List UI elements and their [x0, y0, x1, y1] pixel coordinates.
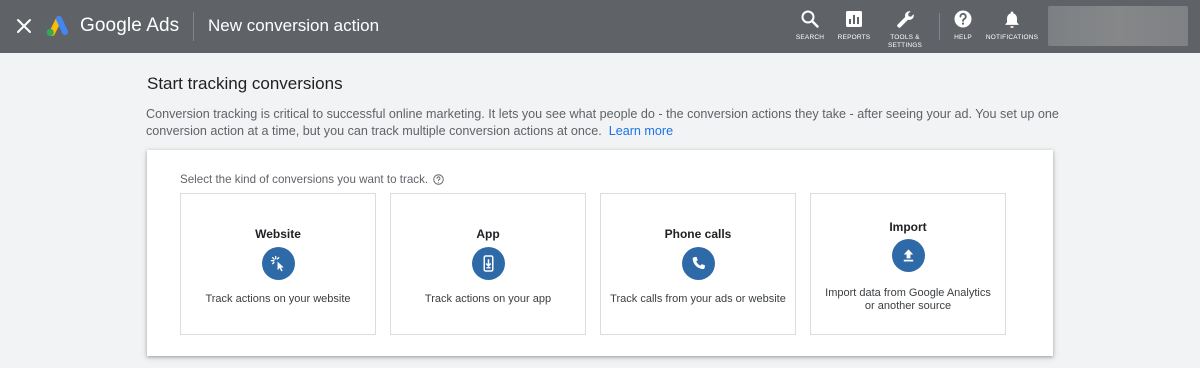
- title-divider: [193, 12, 194, 41]
- option-phone-calls[interactable]: Phone calls Track calls from your ads or…: [600, 193, 796, 335]
- bell-icon: [1005, 11, 1019, 28]
- prompt-text: Select the kind of conversions you want …: [180, 173, 429, 186]
- option-app[interactable]: App Track actions on your app: [390, 193, 586, 335]
- learn-more-link[interactable]: Learn more: [609, 124, 673, 138]
- close-icon[interactable]: [12, 14, 36, 38]
- search-icon: [801, 10, 819, 28]
- tools-settings-label: TOOLS & SETTINGS: [888, 34, 922, 50]
- product-name: Google Ads: [80, 15, 180, 36]
- description-text: Conversion tracking is critical to succe…: [146, 106, 1066, 139]
- search-button[interactable]: SEARCH: [790, 9, 830, 42]
- upload-icon: [892, 239, 925, 272]
- help-label: HELP: [954, 34, 972, 41]
- account-switcher[interactable]: [1048, 6, 1188, 46]
- mobile-download-icon: [472, 247, 505, 280]
- notifications-button[interactable]: NOTIFICATIONS: [984, 9, 1040, 42]
- help-icon: [954, 10, 972, 28]
- option-description: Track calls from your ads or website: [610, 293, 786, 305]
- toolbar-divider: [939, 13, 940, 40]
- reports-label: REPORTS: [837, 34, 871, 41]
- selection-prompt: Select the kind of conversions you want …: [180, 173, 444, 186]
- search-label: SEARCH: [795, 34, 825, 41]
- option-title: Import: [889, 220, 927, 234]
- section-heading: Start tracking conversions: [147, 74, 343, 93]
- help-circle-icon[interactable]: [433, 174, 444, 185]
- option-title: Website: [255, 227, 301, 241]
- tools-label-line2: SETTINGS: [887, 42, 923, 49]
- click-cursor-icon: [262, 247, 295, 280]
- option-description: Track actions on your website: [205, 293, 351, 305]
- option-description: Import data from Google Analytics or ano…: [825, 287, 991, 312]
- option-title: Phone calls: [664, 227, 732, 241]
- option-description: Track actions on your app: [424, 293, 552, 305]
- option-website[interactable]: Website Track actions on your website: [180, 193, 376, 335]
- help-button[interactable]: HELP: [947, 9, 979, 42]
- tools-settings-button[interactable]: TOOLS & SETTINGS: [883, 9, 927, 50]
- notifications-label: NOTIFICATIONS: [985, 34, 1039, 41]
- reports-button[interactable]: REPORTS: [833, 9, 875, 42]
- option-import[interactable]: Import Import data from Google Analytics…: [810, 193, 1006, 335]
- wrench-icon: [897, 11, 914, 28]
- description-body: Conversion tracking is critical to succe…: [146, 107, 1059, 138]
- reports-icon: [846, 11, 862, 27]
- phone-icon: [682, 247, 715, 280]
- tools-label-line1: TOOLS &: [890, 34, 920, 41]
- page-title: New conversion action: [208, 16, 380, 35]
- google-ads-logo[interactable]: [44, 14, 70, 38]
- option-title: App: [476, 227, 500, 241]
- top-app-bar: Google Ads New conversion action SEARCH …: [0, 0, 1200, 53]
